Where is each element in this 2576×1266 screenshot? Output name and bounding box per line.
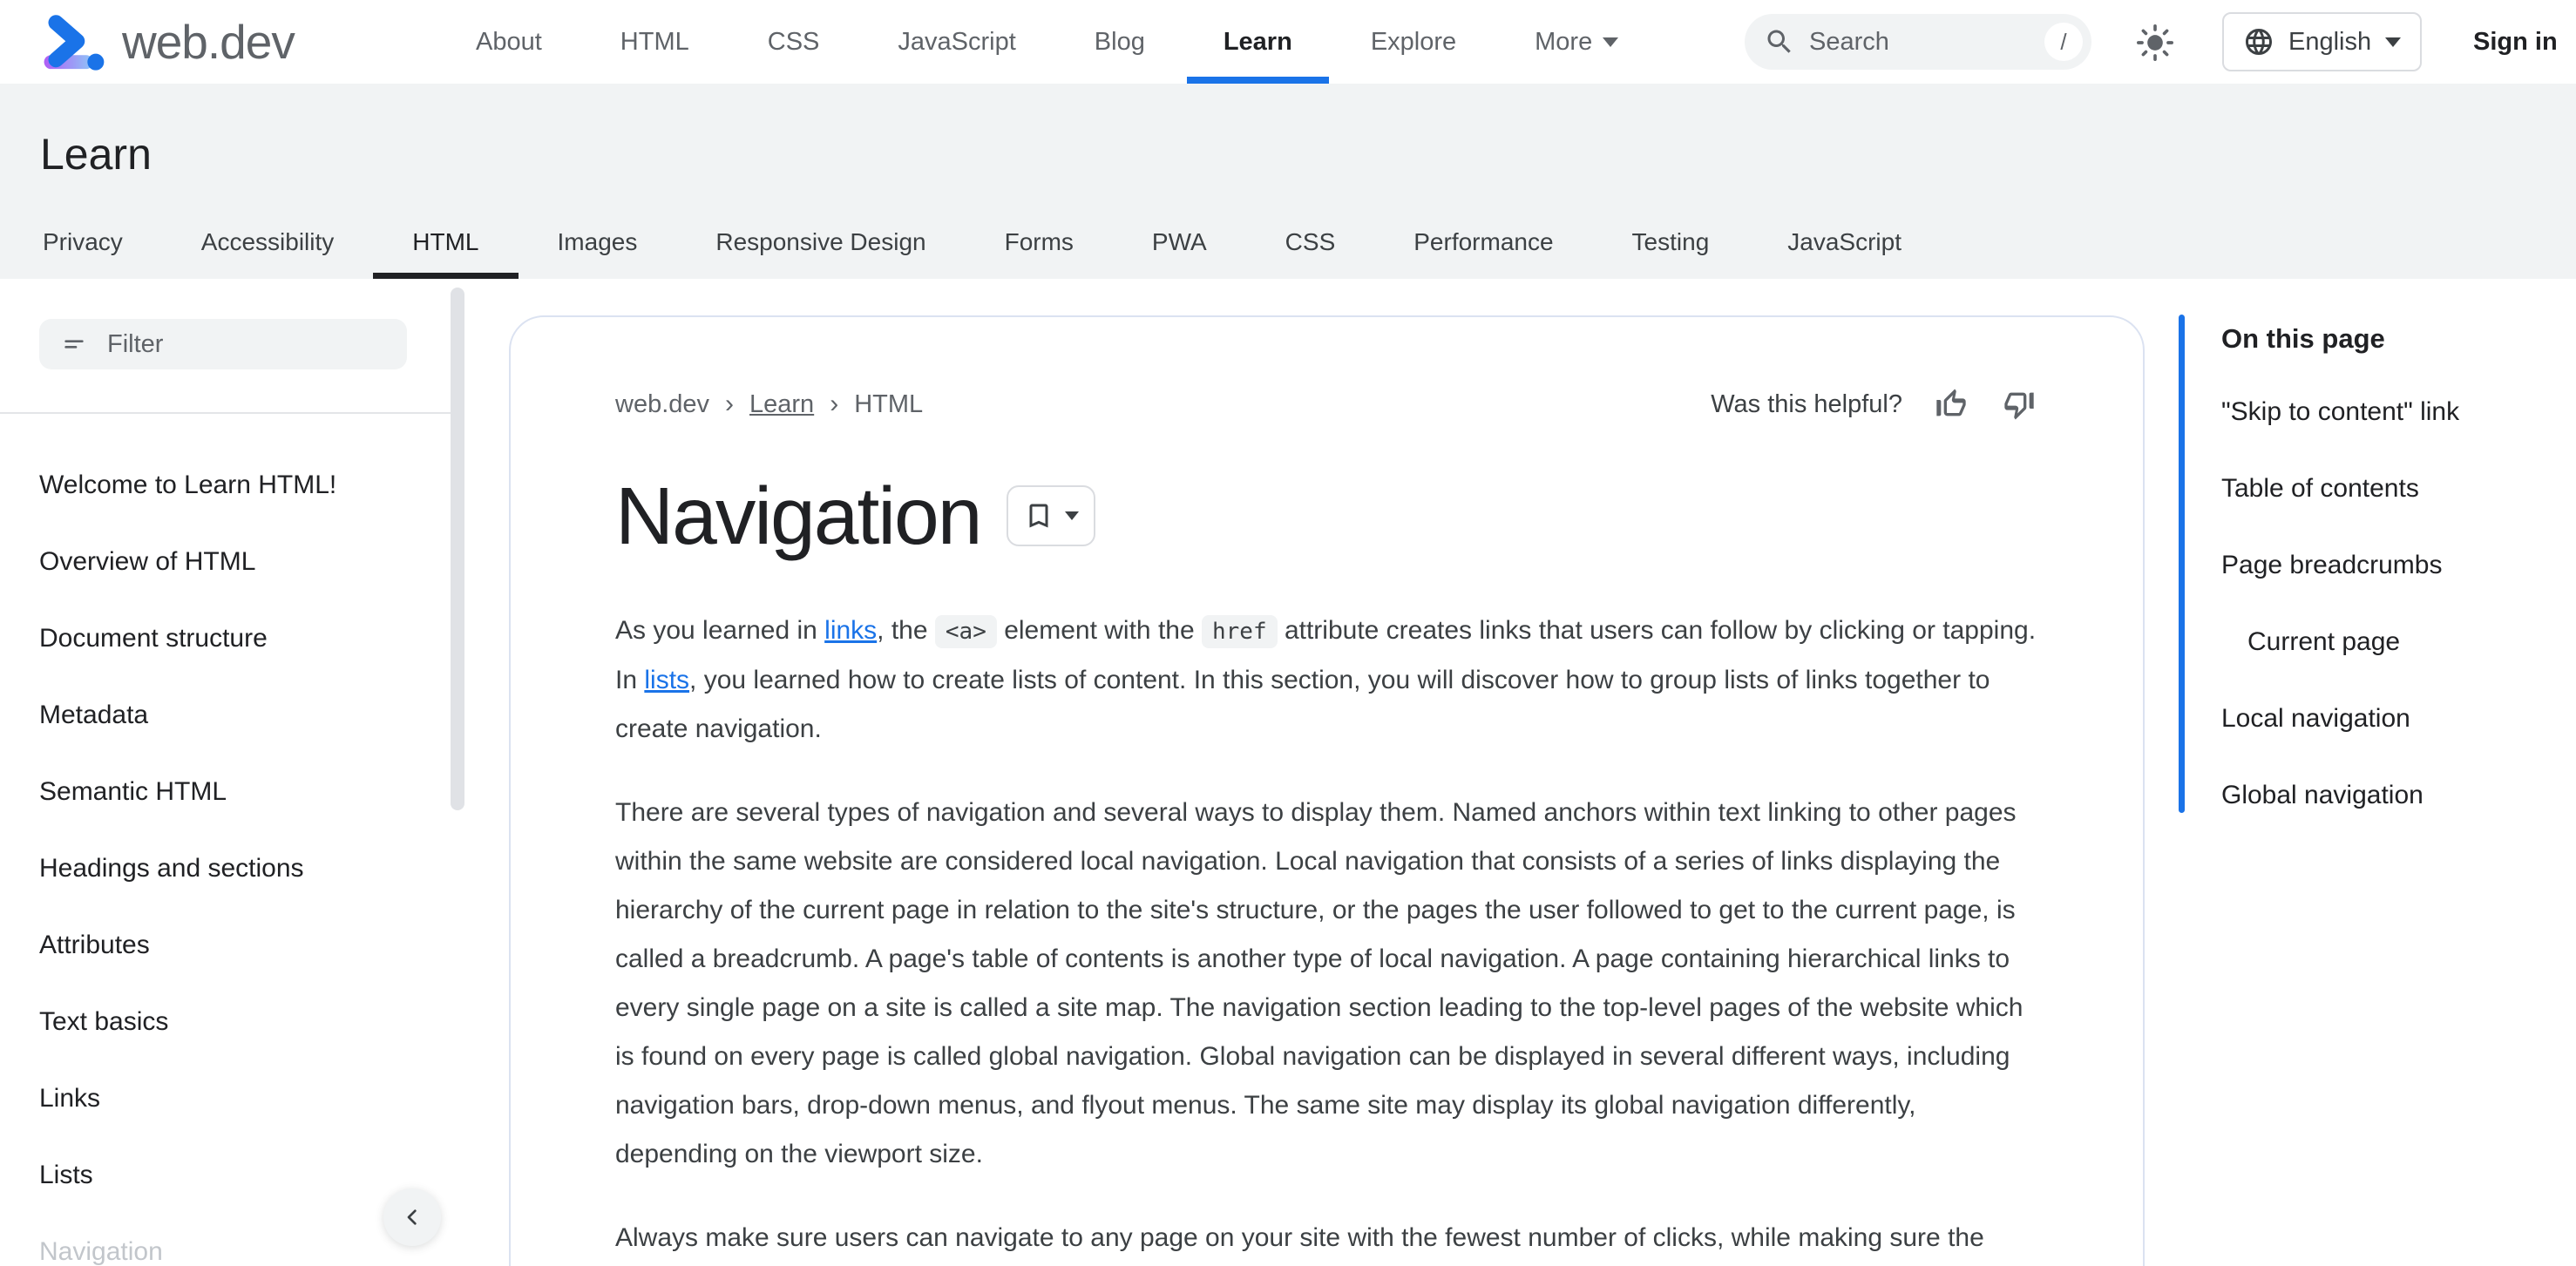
course-sidebar: Filter Welcome to Learn HTML! Overview of… xyxy=(0,279,451,1266)
nav-item-about[interactable]: About xyxy=(476,0,542,84)
sidebar-item-text-basics[interactable]: Text basics xyxy=(0,984,451,1060)
thumbs-up-button[interactable] xyxy=(1932,385,1970,423)
breadcrumb-separator: › xyxy=(725,389,735,418)
toc-item-skip-to-content-link[interactable]: "Skip to content" link xyxy=(2221,374,2562,450)
toc-item-current-page[interactable]: Current page xyxy=(2221,604,2562,680)
filter-placeholder: Filter xyxy=(107,329,164,358)
top-header: web.dev About HTML CSS JavaScript Blog Learn E… xyxy=(0,0,2576,84)
chapter-list: Welcome to Learn HTML! Overview of HTML Do… xyxy=(0,447,451,1266)
breadcrumb: web.dev › Learn › HTML xyxy=(615,389,923,419)
search-placeholder: Search xyxy=(1809,27,1889,56)
section-title: Learn xyxy=(40,130,152,179)
webdev-logo[interactable]: web.dev xyxy=(40,0,295,84)
breadcrumb-separator: › xyxy=(830,389,839,418)
light-mode-sun-icon xyxy=(2135,23,2175,63)
bookmark-button[interactable] xyxy=(1007,485,1096,546)
title-row: Navigation xyxy=(615,471,2038,561)
article-toolbar: web.dev › Learn › HTML Was this helpful? xyxy=(615,380,2038,429)
thumbs-down-button[interactable] xyxy=(2000,385,2038,423)
tab-html[interactable]: HTML xyxy=(373,206,519,279)
article-paragraph: There are several types of navigation an… xyxy=(615,798,2024,1168)
webdev-learn-html-page: { "colors": { "accent_blue": "#1a73e8", … xyxy=(0,0,2576,1266)
theme-toggle-button[interactable] xyxy=(2135,23,2175,63)
inline-link-links[interactable]: links xyxy=(824,616,877,645)
sidebar-item-document-structure[interactable]: Document structure xyxy=(0,600,451,677)
tab-images[interactable]: Images xyxy=(519,206,677,279)
feedback-label: Was this helpful? xyxy=(1711,389,1902,418)
tab-pwa[interactable]: PWA xyxy=(1113,206,1246,279)
nav-item-html[interactable]: HTML xyxy=(620,0,689,84)
inline-link-lists[interactable]: lists xyxy=(644,666,689,694)
breadcrumb-html: HTML xyxy=(854,389,924,418)
nav-item-css[interactable]: CSS xyxy=(768,0,820,84)
logo-wordmark: web.dev xyxy=(122,15,295,69)
chevron-down-icon xyxy=(1603,37,1619,47)
inline-code: <a> xyxy=(934,615,997,648)
tab-responsive-design[interactable]: Responsive Design xyxy=(676,206,965,279)
webdev-logo-icon xyxy=(40,9,106,75)
sidebar-collapse-button[interactable] xyxy=(383,1188,441,1246)
language-label: English xyxy=(2288,27,2372,56)
toc-title: On this page xyxy=(2221,323,2385,354)
tab-privacy[interactable]: Privacy xyxy=(3,206,162,279)
tab-testing[interactable]: Testing xyxy=(1593,206,1749,279)
article-paragraph: Always make sure users can navigate to a… xyxy=(615,1223,1984,1252)
article-body: As you learned in links, the <a> element… xyxy=(615,606,2042,1263)
globe-icon xyxy=(2243,26,2274,58)
nav-item-javascript[interactable]: JavaScript xyxy=(898,0,1015,84)
article-card: web.dev › Learn › HTML Was this helpful? xyxy=(509,315,2145,1266)
toc-item-table-of-contents[interactable]: Table of contents xyxy=(2221,450,2562,527)
sidebar-item-overview-of-html[interactable]: Overview of HTML xyxy=(0,524,451,600)
sidebar-item-welcome-to-learn-html[interactable]: Welcome to Learn HTML! xyxy=(0,447,451,524)
sidebar-item-metadata[interactable]: Metadata xyxy=(0,677,451,754)
page-title: Navigation xyxy=(615,471,982,561)
sidebar-item-headings-and-sections[interactable]: Headings and sections xyxy=(0,830,451,907)
toc-item-local-navigation[interactable]: Local navigation xyxy=(2221,680,2562,757)
breadcrumb-learn[interactable]: Learn xyxy=(749,390,814,419)
filter-icon xyxy=(60,330,88,358)
learn-section-header: Learn Privacy Accessibility HTML Images Resp… xyxy=(0,84,2576,279)
bookmark-icon xyxy=(1023,500,1054,531)
sidebar-item-semantic-html[interactable]: Semantic HTML xyxy=(0,754,451,830)
toc-items: "Skip to content" link Table of contents P… xyxy=(2221,374,2562,834)
filter-input[interactable]: Filter xyxy=(39,319,407,369)
course-tabs: Privacy Accessibility HTML Images Responsive… xyxy=(3,206,1941,279)
toc-accent-rule xyxy=(2179,315,2185,813)
breadcrumb-web-dev[interactable]: web.dev xyxy=(615,390,709,419)
feedback-widget: Was this helpful? xyxy=(1711,385,2038,423)
nav-item-learn[interactable]: Learn xyxy=(1186,0,1329,84)
nav-item-explore[interactable]: Explore xyxy=(1371,0,1456,84)
search-input[interactable]: Search / xyxy=(1745,14,2091,70)
search-icon xyxy=(1764,26,1795,58)
article-paragraph: As you learned in links, the <a> element… xyxy=(615,615,2037,743)
tab-forms[interactable]: Forms xyxy=(966,206,1113,279)
sidebar-scrollbar[interactable] xyxy=(451,288,464,810)
toc-item-global-navigation[interactable]: Global navigation xyxy=(2221,757,2562,834)
chevron-left-icon xyxy=(398,1203,426,1231)
nav-item-more[interactable]: More xyxy=(1535,0,1619,84)
sidebar-item-lists[interactable]: Lists xyxy=(0,1137,451,1214)
tab-accessibility[interactable]: Accessibility xyxy=(162,206,373,279)
sidebar-item-attributes[interactable]: Attributes xyxy=(0,907,451,984)
thumbs-down-icon xyxy=(2004,392,2034,420)
tab-javascript[interactable]: JavaScript xyxy=(1748,206,1941,279)
language-selector[interactable]: English xyxy=(2222,12,2423,71)
toc-item-page-breadcrumbs[interactable]: Page breadcrumbs xyxy=(2221,527,2562,604)
inline-code: href xyxy=(1201,615,1278,648)
sidebar-divider xyxy=(0,412,451,414)
tab-css[interactable]: CSS xyxy=(1246,206,1375,279)
chevron-down-icon xyxy=(1065,511,1080,520)
nav-item-blog[interactable]: Blog xyxy=(1095,0,1145,84)
search-shortcut-badge: / xyxy=(2044,23,2083,61)
chevron-down-icon xyxy=(2385,37,2402,47)
sidebar-item-links[interactable]: Links xyxy=(0,1060,451,1137)
thumbs-up-icon xyxy=(1936,389,1966,416)
on-this-page: On this page "Skip to content" link Table… xyxy=(2179,315,2562,834)
top-nav: About HTML CSS JavaScript Blog Learn Explore Mo… xyxy=(476,0,1619,84)
tab-performance[interactable]: Performance xyxy=(1374,206,1592,279)
sign-in-button[interactable]: Sign in xyxy=(2473,0,2558,84)
